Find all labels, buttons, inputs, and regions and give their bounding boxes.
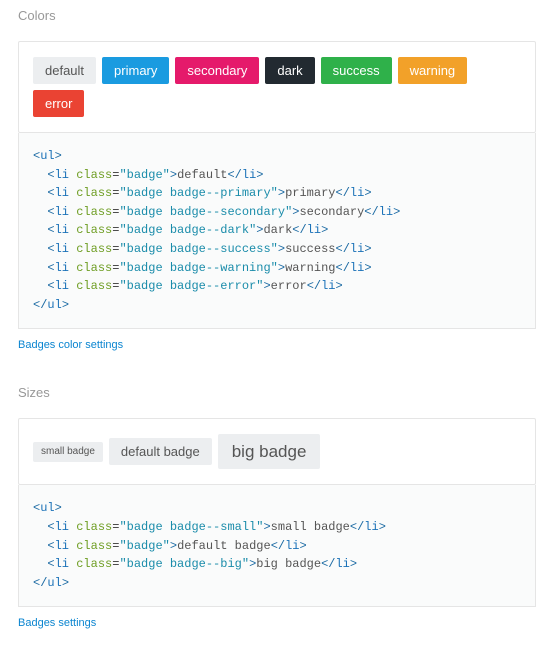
code-text: badge badge--error	[127, 279, 257, 293]
sizes-code-box: <ul> <li class="badge badge--small">smal…	[18, 485, 536, 607]
code-text: badge badge--dark	[127, 223, 249, 237]
code-text: big badge	[256, 557, 321, 571]
code-text: badge badge--primary	[127, 186, 271, 200]
code-text: badge badge--success	[127, 242, 271, 256]
sizes-heading: Sizes	[18, 385, 536, 400]
badge-small: small badge	[33, 442, 103, 462]
badge-default-size: default badge	[109, 438, 212, 465]
code-text: error	[271, 279, 307, 293]
badge-secondary: secondary	[175, 57, 259, 84]
code-text: secondary	[299, 205, 364, 219]
colors-heading: Colors	[18, 8, 536, 23]
badge-default: default	[33, 57, 96, 84]
badge-error: error	[33, 90, 84, 117]
colors-demo-box: default primary secondary dark success w…	[18, 41, 536, 133]
sizes-badge-row: small badge default badge big badge	[33, 434, 521, 469]
badge-dark: dark	[265, 57, 314, 84]
code-text: dark	[263, 223, 292, 237]
code-text: success	[285, 242, 335, 256]
code-text: badge badge--small	[127, 520, 257, 534]
colors-code-box: <ul> <li class="badge">default</li> <li …	[18, 133, 536, 329]
badge-big: big badge	[218, 434, 321, 469]
code-text: badge badge--secondary	[127, 205, 285, 219]
code-text: default badge	[177, 539, 271, 553]
badge-success: success	[321, 57, 392, 84]
colors-settings-link[interactable]: Badges color settings	[18, 339, 123, 351]
code-text: badge	[127, 168, 163, 182]
sizes-demo-box: small badge default badge big badge	[18, 418, 536, 485]
code-text: primary	[285, 186, 335, 200]
code-text: badge badge--big	[127, 557, 242, 571]
sizes-settings-link[interactable]: Badges settings	[18, 617, 96, 629]
colors-badge-row: default primary secondary dark success w…	[33, 57, 521, 117]
badge-warning: warning	[398, 57, 468, 84]
code-text: default	[177, 168, 227, 182]
code-text: small badge	[271, 520, 350, 534]
code-text: badge	[127, 539, 163, 553]
badge-primary: primary	[102, 57, 169, 84]
code-text: warning	[285, 261, 335, 275]
code-text: badge badge--warning	[127, 261, 271, 275]
